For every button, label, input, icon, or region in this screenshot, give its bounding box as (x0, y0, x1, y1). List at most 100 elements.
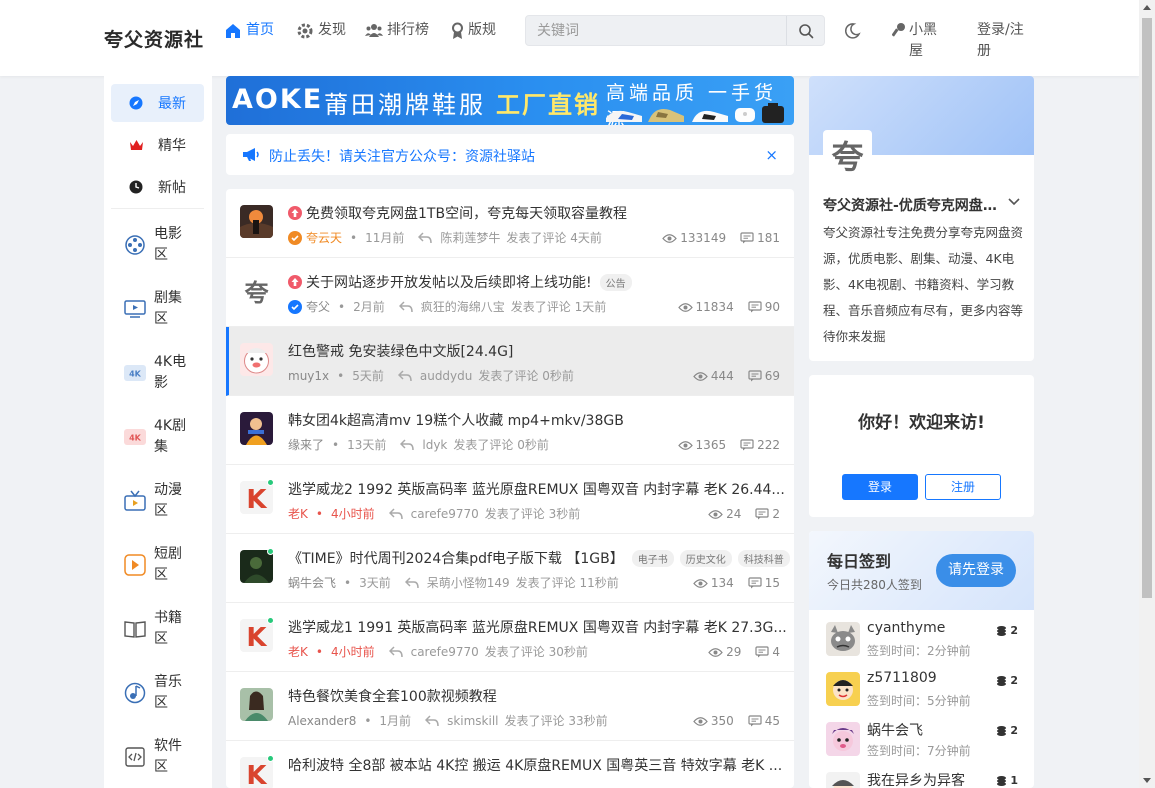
avatar[interactable] (826, 622, 860, 656)
list-item[interactable]: cyanthyme 签到时间：2分钟前 2 (826, 620, 1026, 662)
coins-icon (997, 726, 1007, 736)
avatar[interactable] (826, 672, 860, 706)
sidebar-item-series[interactable]: 剧集区 (124, 288, 204, 330)
avatar[interactable] (826, 772, 860, 788)
post-title[interactable]: 红色警戒 免安装绿色中文版[24.4G] (288, 341, 513, 361)
notice-text[interactable]: 防止丢失！请关注官方公众号：资源社驿站 (269, 146, 535, 166)
post-tag[interactable]: 历史文化 (679, 549, 732, 567)
left-sidebar: 最新 精华 新帖 电影区 剧集区 4K 4K电影 4K 4K剧集 动漫区 短剧区… (104, 76, 212, 788)
checkin-login-button[interactable]: 请先登录 (936, 554, 1016, 587)
nav-discover[interactable]: 发现 (296, 20, 348, 41)
post-replier[interactable]: 疯狂的海绵八宝 (421, 298, 505, 315)
post-author[interactable]: 夸父 (306, 298, 330, 315)
avatar[interactable] (240, 205, 273, 238)
sidebar-item-label: 4K剧集 (154, 418, 187, 455)
register-button[interactable]: 注册 (925, 474, 1001, 500)
sidebar-item-anime[interactable]: 动漫区 (124, 480, 204, 522)
post-replier[interactable]: ldyk (422, 438, 447, 452)
close-icon[interactable]: × (765, 146, 778, 164)
scroll-thumb[interactable] (1142, 18, 1152, 598)
nav-home[interactable]: 首页 (224, 20, 276, 41)
scroll-down-arrow[interactable] (1143, 778, 1151, 783)
post-title[interactable]: 哈利波特 全8部 被本站 4K控 搬运 4K原盘REMUX 国粤英三音 特效字幕… (288, 755, 782, 775)
search-button[interactable] (786, 16, 824, 45)
list-item[interactable]: 我在异乡为异客 1 (826, 770, 1026, 788)
post-title[interactable]: 逃学威龙2 1992 英版高码率 蓝光原盘REMUX 国粤双音 内封字幕 老K … (288, 479, 785, 499)
post-tag[interactable]: 公告 (599, 273, 632, 291)
post-title[interactable]: 逃学威龙1 1991 英版高码率 蓝光原盘REMUX 国粤双音 内封字幕 老K … (288, 617, 787, 637)
post-replier[interactable]: 呆萌小怪物149 (427, 574, 510, 591)
avatar[interactable]: K (240, 481, 273, 514)
sidebar-item-latest[interactable]: 最新 (111, 84, 204, 122)
post-row[interactable]: K 逃学威龙1 1991 英版高码率 蓝光原盘REMUX 国粤双音 内封字幕 老… (226, 603, 794, 672)
post-tag[interactable]: 电子书 (631, 549, 674, 567)
post-replier[interactable]: auddydu (420, 369, 473, 383)
post-stats: 29 4 (708, 645, 780, 659)
checkin-username[interactable]: 我在异乡为异客 (867, 770, 965, 788)
checkin-username[interactable]: 蜗牛会飞 (867, 720, 923, 740)
checkin-username[interactable]: z5711809 (867, 670, 937, 686)
post-row[interactable]: 特色餐饮美食全套100款视频教程 Alexander8 • 1月前 skimsk… (226, 672, 794, 741)
list-item[interactable]: z5711809 签到时间：5分钟前 2 (826, 670, 1026, 712)
meta-dot: • (364, 713, 372, 728)
sidebar-item-4k-series[interactable]: 4K 4K剧集 (124, 416, 204, 458)
login-button[interactable]: 登录 (842, 474, 918, 500)
avatar[interactable] (240, 343, 273, 376)
post-title[interactable]: 《TIME》时代周刊2024合集pdf电子版下载 【1GB】 电子书 历史文化 … (288, 548, 790, 568)
site-logo[interactable]: 夸父资源社 (104, 25, 204, 52)
post-title[interactable]: 韩女团4k超高清mv 19糕个人收藏 mp4+mkv/38GB (288, 410, 624, 430)
post-row[interactable]: K 逃学威龙2 1992 英版高码率 蓝光原盘REMUX 国粤双音 内封字幕 老… (226, 465, 794, 534)
post-author[interactable]: 老K (288, 505, 308, 522)
avatar[interactable]: 夸 (240, 274, 273, 307)
nav-rules[interactable]: 版规 (451, 20, 498, 41)
sidebar-item-movies[interactable]: 电影区 (124, 224, 204, 266)
scroll-up-arrow[interactable] (1143, 5, 1151, 10)
avatar[interactable] (826, 722, 860, 756)
checkin-count: 2 (996, 724, 1018, 737)
post-row[interactable]: 夸 关于网站逐步开放发帖以及后续即将上线功能! 公告 夸父 • 2月前 疯狂的海… (226, 258, 794, 327)
page-scrollbar[interactable] (1139, 0, 1155, 788)
post-replier[interactable]: skimskill (447, 714, 498, 728)
post-author[interactable]: 老K (288, 643, 308, 660)
post-title[interactable]: 关于网站逐步开放发帖以及后续即将上线功能! 公告 (288, 272, 632, 292)
sidebar-item-featured[interactable]: 精华 (111, 126, 204, 164)
site-avatar[interactable]: 夸 (823, 130, 872, 179)
post-replier[interactable]: carefe9770 (411, 645, 479, 659)
list-item[interactable]: 蜗牛会飞 签到时间：7分钟前 2 (826, 720, 1026, 762)
post-replier[interactable]: carefe9770 (411, 507, 479, 521)
sidebar-item-music[interactable]: 音乐区 (124, 672, 204, 714)
post-row[interactable]: K 哈利波特 全8部 被本站 4K控 搬运 4K原盘REMUX 国粤英三音 特效… (226, 741, 794, 788)
search-input[interactable] (526, 16, 784, 45)
post-row[interactable]: 免费领取夸克网盘1TB空间，夸克每天领取容量教程 夸云天 • 11月前 陈莉莲梦… (226, 189, 794, 258)
post-replier[interactable]: 陈莉莲梦牛 (440, 229, 500, 246)
avatar[interactable] (240, 688, 273, 721)
sidebar-item-new[interactable]: 新帖 (111, 168, 204, 206)
post-title[interactable]: 免费领取夸克网盘1TB空间，夸克每天领取容量教程 (288, 203, 627, 223)
avatar[interactable] (240, 550, 273, 583)
post-row[interactable]: 红色警戒 免安装绿色中文版[24.4G] muy1x • 5天前 auddydu… (226, 327, 794, 396)
ad-banner[interactable]: AOKE 莆田潮牌鞋服 工厂直销 高端品质 一手货源 (226, 76, 794, 125)
avatar[interactable]: K (240, 619, 273, 652)
post-author[interactable]: muy1x (288, 369, 329, 383)
checkin-username[interactable]: cyanthyme (867, 620, 945, 636)
nav-rank[interactable]: 排行榜 (365, 20, 432, 41)
login-register-link[interactable]: 登录/注册 (977, 20, 1029, 62)
post-author[interactable]: 缘来了 (288, 436, 324, 453)
moon-icon[interactable] (843, 22, 861, 40)
sidebar-item-books[interactable]: 书籍区 (124, 608, 204, 650)
post-author[interactable]: 蜗牛会飞 (288, 574, 336, 591)
post-title[interactable]: 特色餐饮美食全套100款视频教程 (288, 686, 497, 706)
chevron-down-icon[interactable] (1008, 198, 1020, 206)
post-author[interactable]: Alexander8 (288, 714, 356, 728)
post-row[interactable]: 韩女团4k超高清mv 19糕个人收藏 mp4+mkv/38GB 缘来了 • 13… (226, 396, 794, 465)
blackroom-link[interactable]: 小黑屋 (892, 20, 941, 62)
post-row[interactable]: 《TIME》时代周刊2024合集pdf电子版下载 【1GB】 电子书 历史文化 … (226, 534, 794, 603)
post-author[interactable]: 夸云天 (306, 229, 342, 246)
avatar[interactable] (240, 412, 273, 445)
post-time: 2月前 (353, 300, 385, 314)
sidebar-item-4k-movies[interactable]: 4K 4K电影 (124, 352, 204, 394)
sidebar-item-shorts[interactable]: 短剧区 (124, 544, 204, 586)
sidebar-item-software[interactable]: 软件区 (124, 736, 204, 778)
post-tag[interactable]: 科技科普 (737, 549, 790, 567)
4k-red-icon: 4K (124, 426, 146, 448)
